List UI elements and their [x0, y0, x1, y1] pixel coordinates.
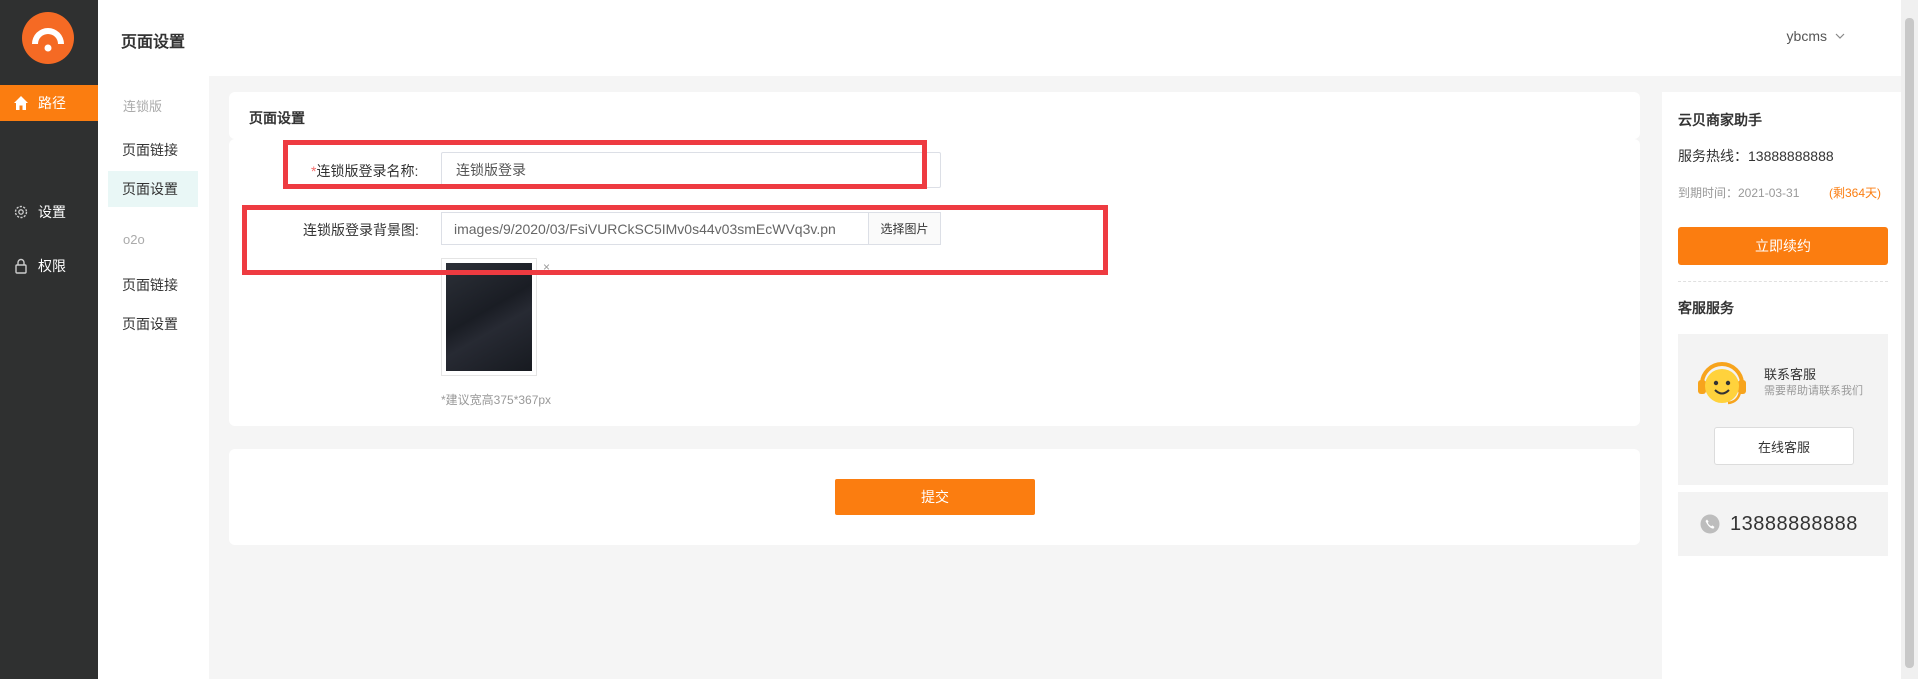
select-image-button[interactable]: 选择图片 [868, 212, 941, 245]
left-rail: 路径 设置 权限 [0, 0, 98, 679]
subnav-group-title: 连锁版 [123, 99, 163, 114]
rail-item-label: 路径 [38, 95, 66, 111]
sub-navigation: 连锁版 页面链接 页面设置 o2o 页面链接 页面设置 [98, 76, 209, 679]
page-title: 页面设置 [121, 34, 186, 51]
phone-box: 13888888888 [1678, 492, 1888, 556]
background-thumbnail-image [446, 263, 532, 371]
renew-button[interactable]: 立即续约 [1678, 227, 1888, 265]
rail-item-label: 设置 [38, 204, 66, 220]
gear-icon [12, 203, 30, 221]
rail-item-settings[interactable]: 设置 [0, 194, 98, 230]
assistant-title: 云贝商家助手 [1678, 112, 1762, 128]
subnav-group-title: o2o [123, 232, 145, 247]
days-remaining: (剩364天) [1828, 186, 1881, 200]
subnav-item-page-links[interactable]: 页面链接 [108, 132, 198, 168]
scrollbar-thumb[interactable] [1905, 18, 1914, 668]
card-header: 页面设置 [229, 92, 1640, 139]
divider [1678, 281, 1888, 282]
expire-date: 到期时间：2021-03-31 [1678, 186, 1800, 200]
online-service-button[interactable]: 在线客服 [1714, 427, 1854, 465]
user-menu[interactable]: ybcms [1787, 28, 1845, 44]
home-icon [12, 94, 30, 112]
background-image-path: images/9/2020/03/FsiVURCkSC5IMv0s44v03sm… [454, 220, 836, 237]
remove-image-icon[interactable]: × [543, 260, 550, 274]
login-name-input[interactable]: 连锁版登录 [441, 152, 941, 188]
chevron-down-icon [1835, 33, 1845, 39]
card-title: 页面设置 [249, 110, 305, 126]
rail-item-permissions[interactable]: 权限 [0, 248, 98, 284]
assistant-panel: 云贝商家助手 服务热线：13888888888 到期时间：2021-03-31 … [1662, 92, 1901, 679]
customer-service-box: 联系客服 需要帮助请联系我们 在线客服 [1678, 334, 1888, 485]
phone-number: 13888888888 [1730, 512, 1858, 535]
lock-icon [12, 257, 30, 275]
service-title: 客服服务 [1678, 300, 1734, 316]
background-image-label: 连锁版登录背景图: [303, 222, 419, 238]
subnav-item-o2o-page-settings[interactable]: 页面设置 [108, 306, 198, 342]
login-name-label: *连锁版登录名称: [311, 161, 418, 181]
brand-logo[interactable] [22, 12, 74, 64]
background-image-path-input[interactable]: images/9/2020/03/FsiVURCkSC5IMv0s44v03sm… [441, 212, 868, 245]
subnav-item-page-settings[interactable]: 页面设置 [108, 171, 198, 207]
submit-button[interactable]: 提交 [835, 479, 1035, 515]
rail-item-label: 权限 [38, 258, 66, 274]
login-name-value: 连锁版登录 [456, 162, 526, 178]
subnav-item-o2o-page-links[interactable]: 页面链接 [108, 267, 198, 303]
service-hotline: 服务热线：13888888888 [1678, 148, 1834, 164]
page-scrollbar[interactable] [1901, 0, 1918, 679]
login-name-label-text: 连锁版登录名称: [316, 163, 419, 179]
user-name: ybcms [1786, 28, 1827, 44]
phone-icon [1700, 514, 1720, 534]
contact-service-subtitle: 需要帮助请联系我们 [1764, 385, 1863, 397]
size-hint: *建议宽高375*367px [441, 393, 552, 407]
rail-item-path[interactable]: 路径 [0, 85, 98, 121]
background-thumbnail [441, 258, 537, 376]
support-agent-icon [1698, 362, 1746, 405]
contact-service-title: 联系客服 [1764, 367, 1817, 382]
top-header: 页面设置 ybcms [98, 0, 1901, 76]
